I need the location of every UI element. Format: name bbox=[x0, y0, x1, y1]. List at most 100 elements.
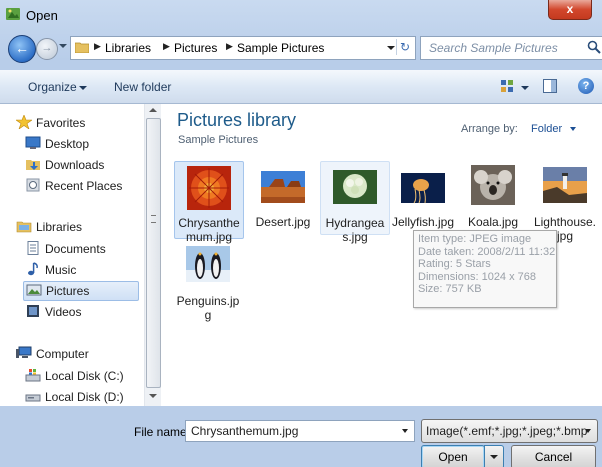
documents-icon bbox=[27, 241, 39, 255]
refresh-icon[interactable]: ↻ bbox=[396, 39, 413, 55]
forward-arrow-icon: → bbox=[41, 42, 53, 54]
close-button[interactable]: x bbox=[548, 0, 592, 20]
nav-item-recent-places[interactable]: Recent Places bbox=[25, 177, 135, 195]
star-icon bbox=[16, 115, 32, 129]
libraries-icon bbox=[16, 221, 32, 233]
file-list-pane: Pictures library Sample Pictures Arrange… bbox=[161, 104, 602, 406]
file-info-tooltip: Item type: JPEG image Date taken: 2008/2… bbox=[413, 230, 557, 308]
open-options-dropdown[interactable] bbox=[484, 445, 504, 467]
file-tile-koala[interactable]: Koala.jpg bbox=[459, 161, 527, 229]
open-button[interactable]: Open bbox=[421, 445, 485, 467]
koala-thumbnail bbox=[471, 165, 515, 205]
hydrangeas-thumbnail bbox=[333, 170, 377, 204]
nav-item-computer[interactable]: Computer bbox=[16, 345, 136, 363]
back-arrow-icon: ← bbox=[15, 40, 29, 56]
nav-item-downloads[interactable]: Downloads bbox=[25, 156, 135, 174]
search-icon[interactable] bbox=[587, 40, 601, 54]
open-dialog: Open x ← → ▶ Libraries ▶ Pictures ▶ Samp… bbox=[0, 0, 602, 467]
search-placeholder: Search Sample Pictures bbox=[429, 41, 558, 55]
breadcrumb-separator[interactable]: ▶ bbox=[226, 41, 233, 52]
file-tile-hydrangeas[interactable]: Hydrangea s.jpg bbox=[320, 161, 390, 244]
jellyfish-thumbnail bbox=[401, 173, 445, 204]
music-icon bbox=[28, 262, 38, 276]
cancel-button[interactable]: Cancel bbox=[511, 445, 596, 467]
arrange-by-dropdown[interactable]: Folder bbox=[531, 123, 562, 135]
tooltip-date-taken: Date taken: 2008/2/11 11:32 bbox=[418, 245, 556, 258]
file-name-value: Chrysanthemum.jpg bbox=[191, 424, 299, 438]
chrysanthemum-thumbnail bbox=[187, 166, 231, 210]
tooltip-size: Size: 757 KB bbox=[418, 283, 482, 295]
recent-pages-dropdown[interactable] bbox=[59, 44, 67, 48]
tooltip-rating: Rating: 5 Stars bbox=[418, 258, 491, 270]
nav-item-local-disk-d[interactable]: Local Disk (D:) bbox=[25, 388, 135, 406]
file-name: Hydrangea s.jpg bbox=[325, 216, 385, 244]
window-title: Open bbox=[26, 8, 58, 23]
address-dropdown-arrow[interactable] bbox=[387, 46, 395, 50]
breadcrumb-separator: ▶ bbox=[94, 41, 101, 51]
title-bar: Open x bbox=[0, 0, 602, 30]
folder-icon bbox=[75, 42, 89, 53]
recent-places-icon bbox=[26, 178, 40, 192]
pictures-icon bbox=[26, 284, 42, 296]
new-folder-button[interactable]: New folder bbox=[114, 80, 171, 94]
lighthouse-thumbnail bbox=[543, 167, 587, 203]
chevron-down-icon bbox=[490, 455, 498, 459]
breadcrumb-sample-pictures[interactable]: Sample Pictures bbox=[237, 41, 324, 55]
file-name-label: File name: bbox=[134, 425, 191, 439]
scroll-down-icon[interactable] bbox=[149, 394, 157, 398]
grip-icon bbox=[151, 215, 156, 223]
preview-pane-icon[interactable] bbox=[543, 79, 557, 93]
views-dropdown-icon[interactable] bbox=[521, 86, 529, 90]
command-bar: Organize New folder ? bbox=[0, 70, 602, 104]
desert-thumbnail bbox=[261, 171, 305, 203]
file-type-filter[interactable]: Image(*.emf;*.jpg;*.jpeg;*.bmp bbox=[421, 419, 598, 443]
tooltip-dimensions: Dimensions: 1024 x 768 bbox=[418, 270, 537, 283]
nav-item-favorites[interactable]: Favorites bbox=[16, 114, 136, 132]
arrange-by-label: Arrange by: bbox=[461, 123, 518, 135]
chevron-down-icon bbox=[79, 86, 87, 90]
file-name-field[interactable]: Chrysanthemum.jpg bbox=[185, 420, 415, 442]
breadcrumb-libraries[interactable]: Libraries bbox=[105, 41, 151, 55]
chevron-down-icon bbox=[585, 429, 591, 433]
chevron-down-icon[interactable] bbox=[570, 127, 576, 131]
nav-item-videos[interactable]: Videos bbox=[25, 303, 135, 321]
file-type-value: Image(*.emf;*.jpg;*.jpeg;*.bmp bbox=[426, 424, 588, 438]
nav-item-libraries[interactable]: Libraries bbox=[16, 218, 136, 236]
open-dialog-icon bbox=[6, 8, 20, 20]
local-disk-icon bbox=[25, 369, 41, 382]
videos-icon bbox=[27, 305, 39, 317]
chevron-down-icon[interactable] bbox=[402, 429, 408, 433]
tooltip-item-type: Item type: JPEG image bbox=[418, 233, 532, 245]
breadcrumb-separator[interactable]: ▶ bbox=[163, 41, 170, 52]
file-tile-penguins[interactable]: Penguins.jp g bbox=[174, 240, 242, 322]
scrollbar-thumb[interactable] bbox=[146, 118, 161, 388]
local-disk-icon bbox=[25, 394, 41, 402]
nav-item-music[interactable]: Music bbox=[25, 261, 135, 279]
scroll-up-icon[interactable] bbox=[149, 108, 157, 112]
downloads-icon bbox=[26, 160, 40, 170]
nav-item-local-disk-c[interactable]: Local Disk (C:) bbox=[25, 367, 135, 385]
file-tile-chrysanthemum[interactable]: Chrysanthe mum.jpg bbox=[174, 161, 244, 244]
navigation-pane: Favorites Desktop Downloads Recent Place… bbox=[0, 104, 161, 406]
back-button[interactable]: ← bbox=[8, 35, 36, 63]
penguins-thumbnail bbox=[186, 246, 230, 282]
nav-item-pictures[interactable]: Pictures bbox=[23, 281, 139, 301]
desktop-icon bbox=[25, 136, 41, 149]
file-name: Koala.jpg bbox=[467, 215, 519, 229]
forward-button[interactable]: → bbox=[36, 38, 58, 60]
help-icon[interactable]: ? bbox=[578, 78, 594, 94]
computer-icon bbox=[16, 346, 32, 358]
file-name: Jellyfish.jpg bbox=[391, 215, 455, 229]
address-bar[interactable]: ▶ Libraries ▶ Pictures ▶ Sample Pictures… bbox=[70, 36, 416, 60]
library-title: Pictures library bbox=[177, 110, 297, 130]
navigation-scrollbar[interactable] bbox=[144, 104, 161, 406]
file-tile-jellyfish[interactable]: Jellyfish.jpg bbox=[389, 161, 457, 229]
nav-item-documents[interactable]: Documents bbox=[25, 240, 135, 258]
file-tile-desert[interactable]: Desert.jpg bbox=[249, 161, 317, 229]
search-input[interactable]: Search Sample Pictures bbox=[420, 36, 602, 60]
views-icon[interactable] bbox=[500, 79, 514, 93]
file-name: Desert.jpg bbox=[255, 215, 311, 229]
breadcrumb-pictures[interactable]: Pictures bbox=[174, 41, 217, 55]
organize-button[interactable]: Organize bbox=[28, 80, 77, 94]
nav-item-desktop[interactable]: Desktop bbox=[25, 135, 135, 153]
